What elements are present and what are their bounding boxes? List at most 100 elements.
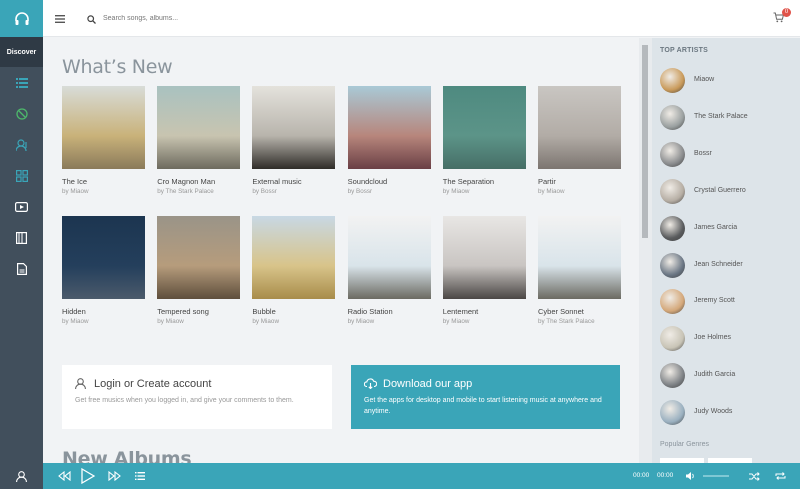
album-title[interactable]: Cyber Sonnet	[538, 307, 584, 316]
album-card[interactable]: Hidden by Miaow	[62, 216, 145, 325]
previous-icon[interactable]	[58, 463, 71, 489]
album-title[interactable]: Partir	[538, 177, 556, 186]
album-card[interactable]: Tempered song by Miaow	[157, 216, 241, 325]
headphones-icon[interactable]	[0, 0, 43, 37]
avatar[interactable]	[660, 400, 685, 426]
album-title[interactable]: Tempered song	[157, 307, 209, 316]
artist-item[interactable]: James Garcia	[660, 215, 800, 242]
album-artist[interactable]: by Bossr	[252, 188, 277, 195]
playlist-icon[interactable]	[135, 463, 145, 489]
artist-name[interactable]: Jeremy Scott	[694, 297, 735, 304]
album-artist[interactable]: by Bossr	[348, 188, 373, 195]
album-title[interactable]: The Separation	[443, 177, 494, 186]
hamburger-menu-icon[interactable]	[55, 12, 65, 26]
album-cover[interactable]	[347, 86, 431, 169]
nav-discover[interactable]: Discover	[0, 37, 43, 67]
login-panel-title[interactable]: Login or Create account	[94, 378, 211, 390]
album-artist[interactable]: by Miaow	[538, 188, 565, 195]
file-icon[interactable]	[0, 253, 43, 284]
avatar[interactable]	[660, 68, 685, 93]
volume-slider[interactable]	[703, 475, 729, 477]
artist-name[interactable]: Crystal Guerrero	[694, 187, 746, 194]
album-card[interactable]: The Separation by Miaow	[442, 86, 526, 195]
album-artist[interactable]: by The Stark Palace	[157, 188, 214, 195]
album-cover[interactable]	[252, 216, 336, 299]
artist-name[interactable]: Joe Holmes	[694, 334, 731, 341]
avatar[interactable]	[660, 104, 685, 130]
user-icon[interactable]	[0, 463, 43, 489]
disc-icon[interactable]	[0, 98, 43, 129]
artist-name[interactable]: Judy Woods	[694, 408, 732, 415]
album-cover[interactable]	[62, 86, 145, 169]
grid-icon[interactable]	[0, 160, 43, 191]
album-cover[interactable]	[442, 86, 526, 169]
main-scrollbar[interactable]	[639, 38, 652, 463]
album-artist[interactable]: by Miaow	[62, 318, 89, 325]
album-card[interactable]: Radio Station by Miaow	[347, 216, 431, 325]
album-cover[interactable]	[157, 86, 241, 169]
album-card[interactable]: The Ice by Miaow	[62, 86, 145, 195]
album-title[interactable]: External music	[252, 177, 301, 186]
avatar[interactable]	[660, 252, 685, 278]
search-icon[interactable]	[87, 13, 96, 27]
artist-item[interactable]: Judy Woods	[660, 400, 800, 426]
album-title[interactable]: Hidden	[62, 307, 86, 316]
shuffle-icon[interactable]	[749, 463, 760, 489]
album-cover[interactable]	[538, 86, 621, 169]
artist-name[interactable]: Miaow	[694, 76, 714, 83]
repeat-icon[interactable]	[775, 463, 786, 489]
artist-name[interactable]: Bossr	[694, 150, 712, 157]
album-artist[interactable]: by Miaow	[348, 318, 375, 325]
artist-item[interactable]: Jean Schneider	[660, 252, 800, 279]
album-artist[interactable]: by Miaow	[443, 188, 470, 195]
album-cover[interactable]	[347, 216, 431, 299]
album-artist[interactable]: by Miaow	[443, 318, 470, 325]
album-title[interactable]: Lentement	[443, 307, 478, 316]
cart-icon[interactable]: 0	[773, 8, 791, 26]
album-card[interactable]: Lentement by Miaow	[442, 216, 526, 325]
album-title[interactable]: Radio Station	[348, 307, 393, 316]
artist-item[interactable]: Miaow	[660, 68, 800, 94]
download-app-panel[interactable]: Download our app Get the apps for deskto…	[351, 365, 620, 429]
album-cover[interactable]	[252, 86, 336, 169]
avatar[interactable]	[660, 326, 685, 352]
artist-item[interactable]: Judith Garcia	[660, 363, 800, 389]
book-icon[interactable]	[0, 222, 43, 253]
album-card[interactable]: Bubble by Miaow	[252, 216, 336, 325]
avatar[interactable]	[660, 289, 685, 315]
album-cover[interactable]	[442, 216, 526, 299]
next-icon[interactable]	[108, 463, 121, 489]
volume-icon[interactable]	[685, 463, 696, 489]
avatar[interactable]	[660, 215, 685, 241]
album-artist[interactable]: by The Stark Palace	[538, 318, 595, 325]
search-input[interactable]	[103, 10, 303, 26]
album-artist[interactable]: by Miaow	[157, 318, 184, 325]
album-artist[interactable]: by Miaow	[62, 188, 89, 195]
artist-name[interactable]: Judith Garcia	[694, 371, 735, 378]
album-card[interactable]: Partir by Miaow	[538, 86, 621, 195]
album-card[interactable]: Soundcloud by Bossr	[347, 86, 431, 195]
album-cover[interactable]	[538, 216, 621, 299]
artist-name[interactable]: The Stark Palace	[694, 113, 748, 120]
avatar[interactable]	[660, 178, 685, 204]
artist-icon[interactable]	[0, 129, 43, 160]
artist-name[interactable]: Jean Schneider	[694, 261, 743, 268]
album-artist[interactable]: by Miaow	[252, 318, 279, 325]
album-card[interactable]: Cyber Sonnet by The Stark Palace	[538, 216, 621, 325]
artist-item[interactable]: Crystal Guerrero	[660, 178, 800, 205]
scrollbar-thumb[interactable]	[642, 45, 648, 238]
album-cover[interactable]	[62, 216, 145, 299]
album-cover[interactable]	[157, 216, 241, 299]
avatar[interactable]	[660, 363, 685, 389]
list-icon[interactable]	[0, 67, 43, 98]
login-panel[interactable]: Login or Create account Get free musics …	[62, 365, 332, 429]
video-icon[interactable]	[0, 191, 43, 222]
album-title[interactable]: Cro Magnon Man	[157, 177, 215, 186]
avatar[interactable]	[660, 141, 685, 167]
album-title[interactable]: The Ice	[62, 177, 87, 186]
artist-name[interactable]: James Garcia	[694, 224, 737, 231]
album-title[interactable]: Soundcloud	[348, 177, 388, 186]
artist-item[interactable]: The Stark Palace	[660, 104, 800, 131]
artist-item[interactable]: Bossr	[660, 141, 800, 168]
artist-item[interactable]: Jeremy Scott	[660, 289, 800, 315]
